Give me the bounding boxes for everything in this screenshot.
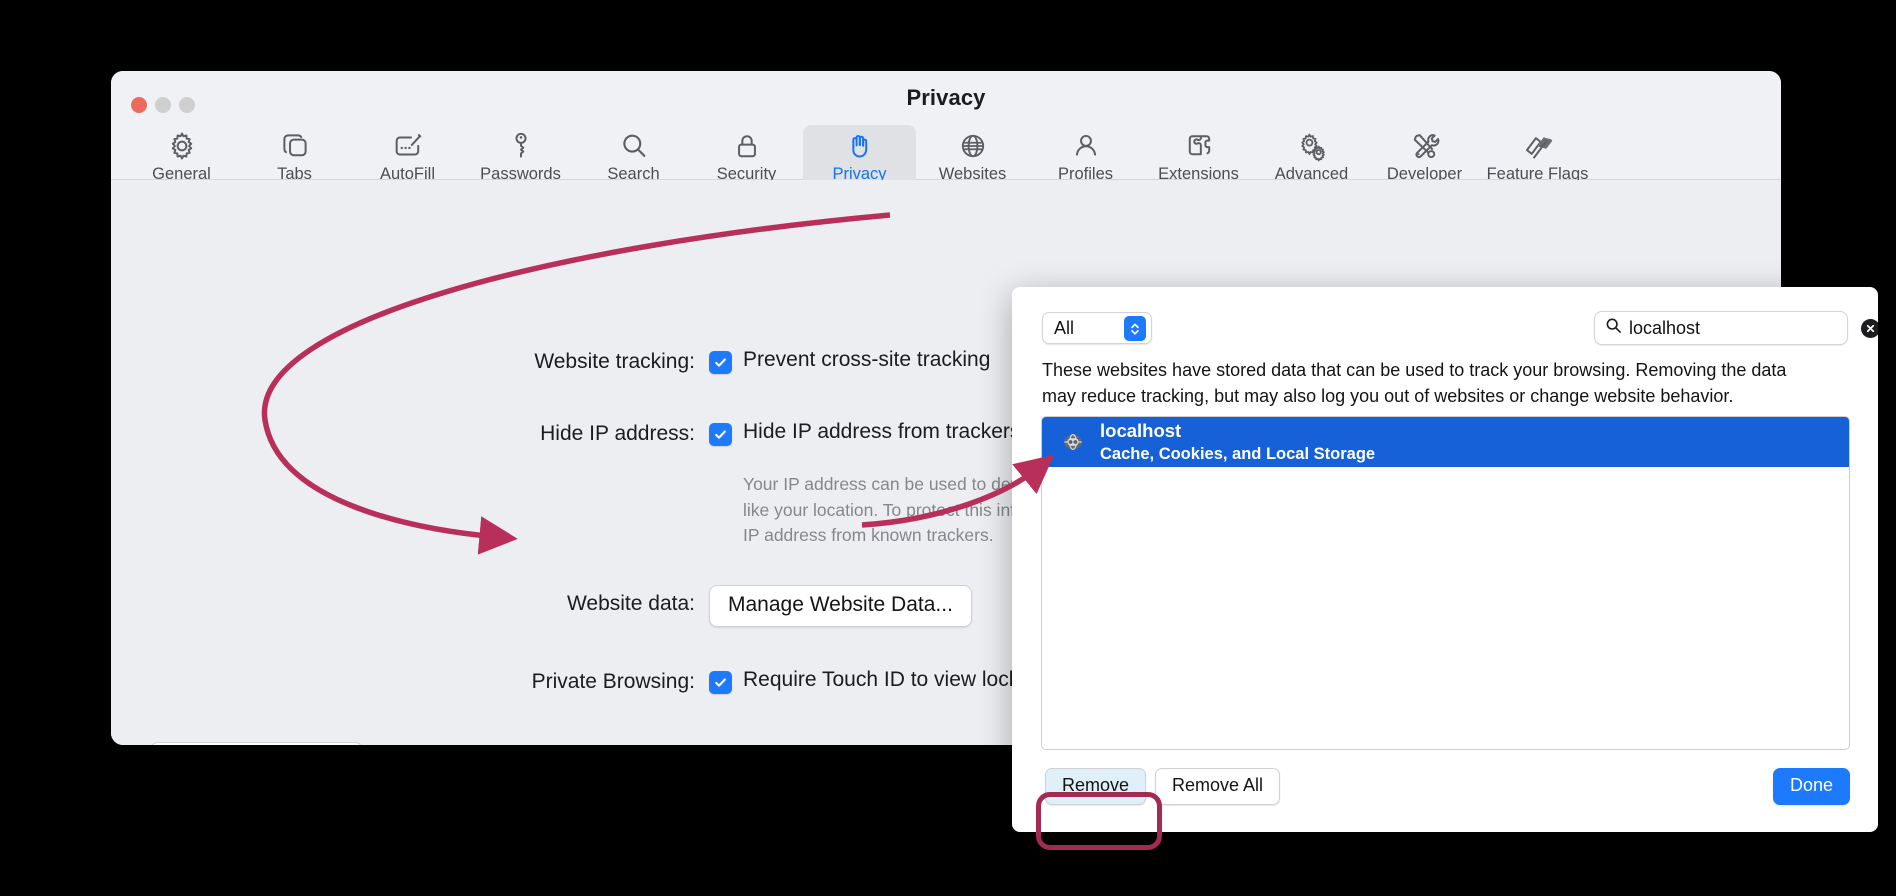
- hide-ip-checkbox[interactable]: [709, 423, 732, 446]
- list-item-detail: Cache, Cookies, and Local Storage: [1100, 444, 1376, 463]
- hide-ip-label: Hide IP address:: [540, 422, 695, 445]
- list-item[interactable]: localhost Cache, Cookies, and Local Stor…: [1042, 417, 1849, 467]
- magnifier-icon: [617, 129, 651, 163]
- website-data-row: Website data: Manage Website Data...: [567, 585, 972, 627]
- manage-website-data-sheet: All localhost These websites have stored…: [1012, 287, 1878, 832]
- window-titlebar: Privacy General Tabs AutoFill Passwords …: [111, 71, 1781, 186]
- hide-ip-row: Hide IP address: Hide IP address from tr…: [540, 420, 1021, 446]
- done-button[interactable]: Done: [1772, 768, 1850, 805]
- page-title: Privacy: [906, 85, 986, 110]
- private-browsing-label: Private Browsing:: [531, 670, 695, 693]
- remove-button-highlight: [1036, 792, 1162, 850]
- tabs-icon: [278, 129, 312, 163]
- autofill-icon: [391, 129, 425, 163]
- person-icon: [1069, 129, 1103, 163]
- key-icon: [504, 129, 538, 163]
- data-type-filter-value: All: [1054, 317, 1075, 338]
- lock-icon: [730, 129, 764, 163]
- screen: Privacy General Tabs AutoFill Passwords …: [0, 0, 1896, 896]
- tab-security[interactable]: Security: [690, 125, 803, 186]
- clear-icon[interactable]: [1861, 318, 1878, 338]
- puzzle-icon: [1182, 129, 1216, 163]
- globe-icon: [956, 129, 990, 163]
- chevron-updown-icon: [1124, 316, 1146, 341]
- search-input[interactable]: [1629, 317, 1861, 339]
- tab-developer[interactable]: Developer: [1368, 125, 1481, 186]
- website-data-label: Website data:: [566, 592, 695, 615]
- gear-icon: [165, 129, 199, 163]
- tab-feature-flags[interactable]: Feature Flags: [1481, 125, 1594, 186]
- flags-icon: [1519, 129, 1557, 163]
- require-touch-id-checkbox[interactable]: [709, 671, 732, 694]
- tab-search[interactable]: Search: [577, 125, 690, 186]
- data-type-filter-popup[interactable]: All: [1042, 312, 1152, 344]
- website-data-list[interactable]: localhost Cache, Cookies, and Local Stor…: [1041, 416, 1850, 750]
- advanced-settings-button[interactable]: Advanced Settings: [150, 742, 364, 745]
- tab-autofill[interactable]: AutoFill: [351, 125, 464, 186]
- tab-tabs[interactable]: Tabs: [238, 125, 351, 186]
- sheet-description: These websites have stored data that can…: [1042, 357, 1850, 410]
- website-tracking-label: Website tracking:: [534, 350, 695, 373]
- tab-advanced[interactable]: Advanced: [1255, 125, 1368, 186]
- sheet-description-line-2: may reduce tracking, but may also log yo…: [1042, 386, 1734, 407]
- list-item-title: localhost: [1100, 419, 1182, 441]
- tab-passwords[interactable]: Passwords: [464, 125, 577, 186]
- website-data-icon: [1058, 430, 1088, 454]
- manage-website-data-button[interactable]: Manage Website Data...: [709, 585, 972, 627]
- tab-websites[interactable]: Websites: [916, 125, 1029, 186]
- tab-extensions[interactable]: Extensions: [1142, 125, 1255, 186]
- hide-ip-checkbox-label: Hide IP address from trackers: [743, 420, 1021, 443]
- search-field[interactable]: [1594, 311, 1878, 345]
- hand-icon: [843, 129, 877, 163]
- prevent-cross-site-tracking-checkbox[interactable]: [709, 351, 732, 374]
- gears-icon: [1295, 129, 1329, 163]
- prevent-cross-site-tracking-label: Prevent cross-site tracking: [743, 348, 991, 371]
- tab-general[interactable]: General: [125, 125, 238, 186]
- tab-profiles[interactable]: Profiles: [1029, 125, 1142, 186]
- website-tracking-row: Website tracking: Prevent cross-site tra…: [534, 348, 991, 374]
- tools-icon: [1408, 129, 1442, 163]
- search-icon: [1605, 317, 1622, 339]
- sheet-description-line-1: These websites have stored data that can…: [1042, 360, 1787, 380]
- tab-privacy[interactable]: Privacy: [803, 125, 916, 186]
- settings-toolbar: General Tabs AutoFill Passwords Search S…: [125, 125, 1767, 186]
- remove-all-button[interactable]: Remove All: [1155, 768, 1281, 805]
